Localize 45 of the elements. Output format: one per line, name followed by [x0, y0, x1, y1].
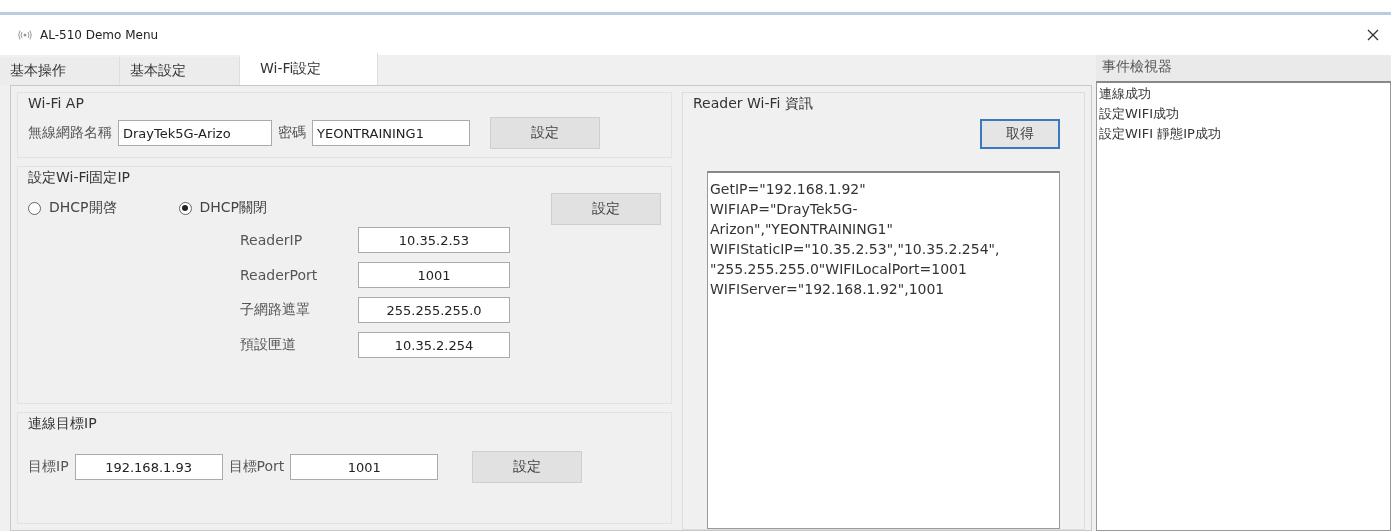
- radio-icon[interactable]: [178, 201, 192, 215]
- set-button[interactable]: 設定: [490, 117, 600, 149]
- event-item[interactable]: 設定WIFI成功: [1099, 105, 1388, 123]
- info-line: "255.255.255.0"WIFILocalPort=1001: [710, 261, 968, 277]
- info-line: WIFIServer="192.168.1.92",1001: [710, 281, 946, 297]
- close-icon[interactable]: [1367, 29, 1379, 41]
- set-button[interactable]: 設定: [551, 193, 661, 225]
- set-button[interactable]: 設定: [472, 451, 583, 483]
- password-field[interactable]: YEONTRAINING1: [312, 120, 470, 146]
- field-label: 目標IP: [28, 458, 69, 476]
- ssid-field[interactable]: DrayTek5G-Arizo: [118, 120, 272, 146]
- field-label: ReaderPort: [240, 267, 319, 283]
- input-field[interactable]: 1001: [358, 262, 510, 288]
- info-line: WIFIAP="DrayTek5G-: [710, 201, 859, 217]
- tab[interactable]: Wi-Fi設定: [240, 53, 378, 85]
- info-line: WIFIStaticIP="10.35.2.53","10.35.2.254",: [710, 241, 1001, 257]
- info-textbox[interactable]: GetIP="192.168.1.92" WIFIAP="DrayTek5G- Arizon","YEONTRAINING1" WIFIStaticIP="10.35.2.53","10.35.2.254", "255.255.255.0"WIFILocalPort=1001 WIFIServer="192.168.1.92",1001: [707, 171, 1060, 529]
- tab[interactable]: 基本操作: [0, 57, 120, 85]
- tab[interactable]: 基本設定: [120, 57, 240, 85]
- field-label: 無線網路名稱: [28, 124, 112, 142]
- info-line: Arizon","YEONTRAINING1": [710, 221, 894, 237]
- signal-icon: [18, 30, 32, 40]
- input-field[interactable]: 255.255.255.0: [358, 297, 510, 323]
- input-field[interactable]: 10.35.2.254: [358, 332, 510, 358]
- radio-option[interactable]: DHCP關閉: [178, 199, 268, 217]
- group-title: Wi-Fi AP: [28, 95, 85, 111]
- field-label: 預設匣道: [240, 336, 297, 354]
- get-button[interactable]: 取得: [980, 119, 1060, 149]
- event-item[interactable]: 連線成功: [1099, 85, 1388, 103]
- ip-field[interactable]: 192.168.1.93: [74, 454, 223, 480]
- radio-option[interactable]: DHCP開啓: [28, 199, 117, 217]
- group-title: 連線目標IP: [28, 415, 98, 433]
- panel-title: 事件檢視器: [1096, 55, 1391, 81]
- group-title: 設定Wi-Fi固定IP: [28, 169, 131, 187]
- radio-icon[interactable]: [28, 201, 41, 215]
- group-title: Reader Wi-Fi 資訊: [693, 95, 814, 113]
- port-field[interactable]: 1001: [290, 454, 439, 480]
- window-title: AL-510 Demo Menu: [40, 28, 159, 42]
- event-item[interactable]: 設定WIFI 靜態IP成功: [1099, 125, 1388, 143]
- info-line: GetIP="192.168.1.92": [710, 181, 867, 197]
- field-label: ReaderIP: [240, 232, 304, 248]
- field-label: 密碼: [278, 124, 306, 142]
- input-field[interactable]: 10.35.2.53: [358, 227, 510, 253]
- field-label: 子網路遮罩: [240, 301, 311, 319]
- field-label: 目標Port: [228, 458, 285, 476]
